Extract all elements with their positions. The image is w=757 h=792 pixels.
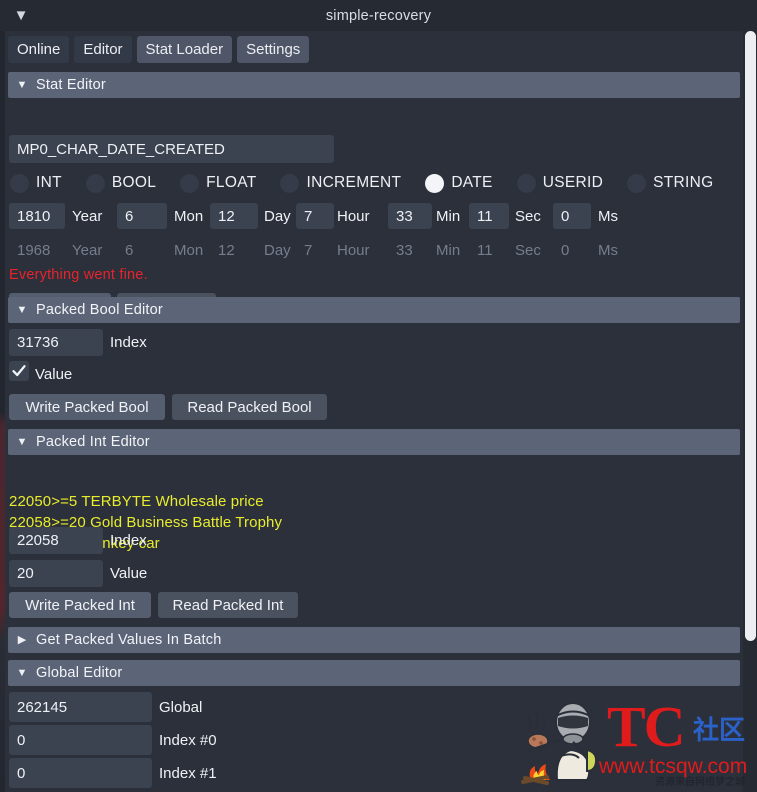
- date-min-readonly: 33: [396, 241, 413, 259]
- section-header-packed-bool[interactable]: ▼ Packed Bool Editor: [8, 297, 740, 323]
- radio-label: INCREMENT: [306, 174, 402, 191]
- section-title: Packed Int Editor: [36, 434, 150, 450]
- status-message: Everything went fine.: [9, 267, 148, 283]
- write-packed-bool-button[interactable]: Write Packed Bool: [9, 394, 165, 420]
- date-day-readonly: 12: [218, 241, 235, 259]
- radio-increment[interactable]: INCREMENT: [280, 173, 402, 193]
- tab-stat-loader[interactable]: Stat Loader: [136, 36, 233, 63]
- scrollbar-thumb[interactable]: [745, 31, 756, 641]
- radio-dot-icon: [85, 173, 105, 193]
- radio-dot-icon: [10, 173, 29, 193]
- scrollbar-track[interactable]: [743, 31, 757, 792]
- global-index1-label: Index #1: [159, 765, 217, 782]
- section-header-stat-editor[interactable]: ▼ Stat Editor: [8, 72, 740, 98]
- chevron-down-icon: ▼: [16, 435, 28, 448]
- date-year-readonly-label: Year: [72, 242, 103, 259]
- chevron-down-icon: ▼: [16, 78, 28, 91]
- packed-int-index-label: Index: [110, 532, 147, 549]
- date-year-label: Year: [72, 208, 103, 225]
- date-mon-input[interactable]: 6: [117, 203, 167, 229]
- date-sec-readonly: 11: [477, 241, 493, 259]
- read-packed-int-button[interactable]: Read Packed Int: [158, 592, 298, 618]
- radio-userid[interactable]: USERID: [516, 173, 604, 193]
- radio-string[interactable]: STRING: [627, 173, 714, 193]
- radio-float[interactable]: FLOAT: [180, 173, 257, 193]
- window-title: simple-recovery: [325, 7, 432, 24]
- date-hour-readonly: 7: [304, 241, 313, 259]
- date-day-label: Day: [264, 208, 291, 225]
- section-title: Packed Bool Editor: [36, 302, 163, 318]
- date-ms-label: Ms: [598, 208, 618, 225]
- date-ms-input[interactable]: 0: [553, 203, 591, 229]
- date-min-input[interactable]: 33: [388, 203, 432, 229]
- date-hour-input[interactable]: 7: [296, 203, 334, 229]
- tab-bar: Online Editor Stat Loader Settings: [8, 36, 310, 63]
- section-header-global-editor[interactable]: ▼ Global Editor: [8, 660, 740, 686]
- radio-label: STRING: [653, 174, 714, 191]
- date-min-label: Min: [436, 208, 461, 225]
- packed-bool-value-checkbox[interactable]: [9, 361, 29, 381]
- packed-int-value-input[interactable]: 20: [9, 560, 103, 587]
- date-year-input[interactable]: 1810: [9, 203, 65, 229]
- radio-label: DATE: [451, 174, 493, 191]
- date-mon-label: Mon: [174, 208, 204, 225]
- global-index0-input[interactable]: 0: [9, 725, 152, 755]
- date-ms-readonly: 0: [561, 241, 570, 259]
- radio-dot-icon: [180, 173, 200, 193]
- stat-type-radio-group: INT BOOL FLOAT INCREMENT DATE USERID STR…: [10, 170, 713, 196]
- date-mon-readonly: 6: [125, 241, 134, 259]
- date-hour-readonly-label: Hour: [337, 242, 370, 259]
- tab-online[interactable]: Online: [8, 36, 70, 63]
- chevron-down-icon: ▼: [16, 303, 28, 316]
- tab-settings[interactable]: Settings: [237, 36, 310, 63]
- global-index0-label: Index #0: [159, 732, 217, 749]
- section-header-packed-int[interactable]: ▼ Packed Int Editor: [8, 429, 740, 455]
- read-packed-bool-button[interactable]: Read Packed Bool: [172, 394, 327, 420]
- date-day-readonly-label: Day: [264, 242, 291, 259]
- radio-label: USERID: [542, 174, 604, 191]
- section-title: Stat Editor: [36, 77, 106, 93]
- radio-label: FLOAT: [206, 174, 257, 191]
- radio-dot-selected-icon: [425, 173, 445, 193]
- radio-date[interactable]: DATE: [425, 173, 493, 193]
- global-value-input[interactable]: 262145: [9, 692, 152, 722]
- global-index1-input[interactable]: 0: [9, 758, 152, 788]
- date-year-readonly: 1968: [17, 241, 51, 259]
- chevron-right-icon: ▶: [17, 633, 27, 646]
- date-sec-readonly-label: Sec: [515, 242, 541, 259]
- packed-bool-index-input[interactable]: 31736: [9, 329, 103, 356]
- radio-dot-icon: [516, 173, 536, 193]
- date-mon-readonly-label: Mon: [174, 242, 204, 259]
- date-hour-label: Hour: [337, 208, 370, 225]
- section-title: Global Editor: [36, 665, 123, 681]
- radio-dot-icon: [280, 173, 300, 193]
- date-ms-readonly-label: Ms: [598, 242, 618, 259]
- stat-name-input[interactable]: MP0_CHAR_DATE_CREATED: [9, 135, 334, 163]
- list-item: 22050>=5 TERBYTE Wholesale price: [9, 493, 264, 510]
- date-sec-label: Sec: [515, 208, 541, 225]
- date-day-input[interactable]: 12: [210, 203, 258, 229]
- packed-bool-index-label: Index: [110, 334, 147, 351]
- window-titlebar: ▼ simple-recovery: [0, 0, 757, 31]
- check-icon: [12, 365, 26, 377]
- section-title: Get Packed Values In Batch: [36, 632, 222, 648]
- radio-dot-icon: [627, 173, 647, 193]
- chevron-down-icon: ▼: [16, 666, 28, 679]
- main-panel: Online Editor Stat Loader Settings ▼ Sta…: [0, 31, 757, 792]
- panel-left-edge: [0, 31, 5, 792]
- date-min-readonly-label: Min: [436, 242, 461, 259]
- radio-label: INT: [36, 174, 62, 191]
- write-packed-int-button[interactable]: Write Packed Int: [9, 592, 151, 618]
- radio-bool[interactable]: BOOL: [85, 173, 157, 193]
- packed-bool-value-label: Value: [35, 366, 73, 383]
- section-header-batch[interactable]: ▶ Get Packed Values In Batch: [8, 627, 740, 653]
- radio-label: BOOL: [111, 174, 157, 191]
- packed-int-value-label: Value: [110, 565, 148, 582]
- radio-int[interactable]: INT: [10, 173, 62, 193]
- packed-int-index-input[interactable]: 22058: [9, 527, 103, 554]
- global-value-label: Global: [159, 699, 203, 716]
- date-sec-input[interactable]: 11: [469, 203, 509, 229]
- tab-editor[interactable]: Editor: [74, 36, 132, 63]
